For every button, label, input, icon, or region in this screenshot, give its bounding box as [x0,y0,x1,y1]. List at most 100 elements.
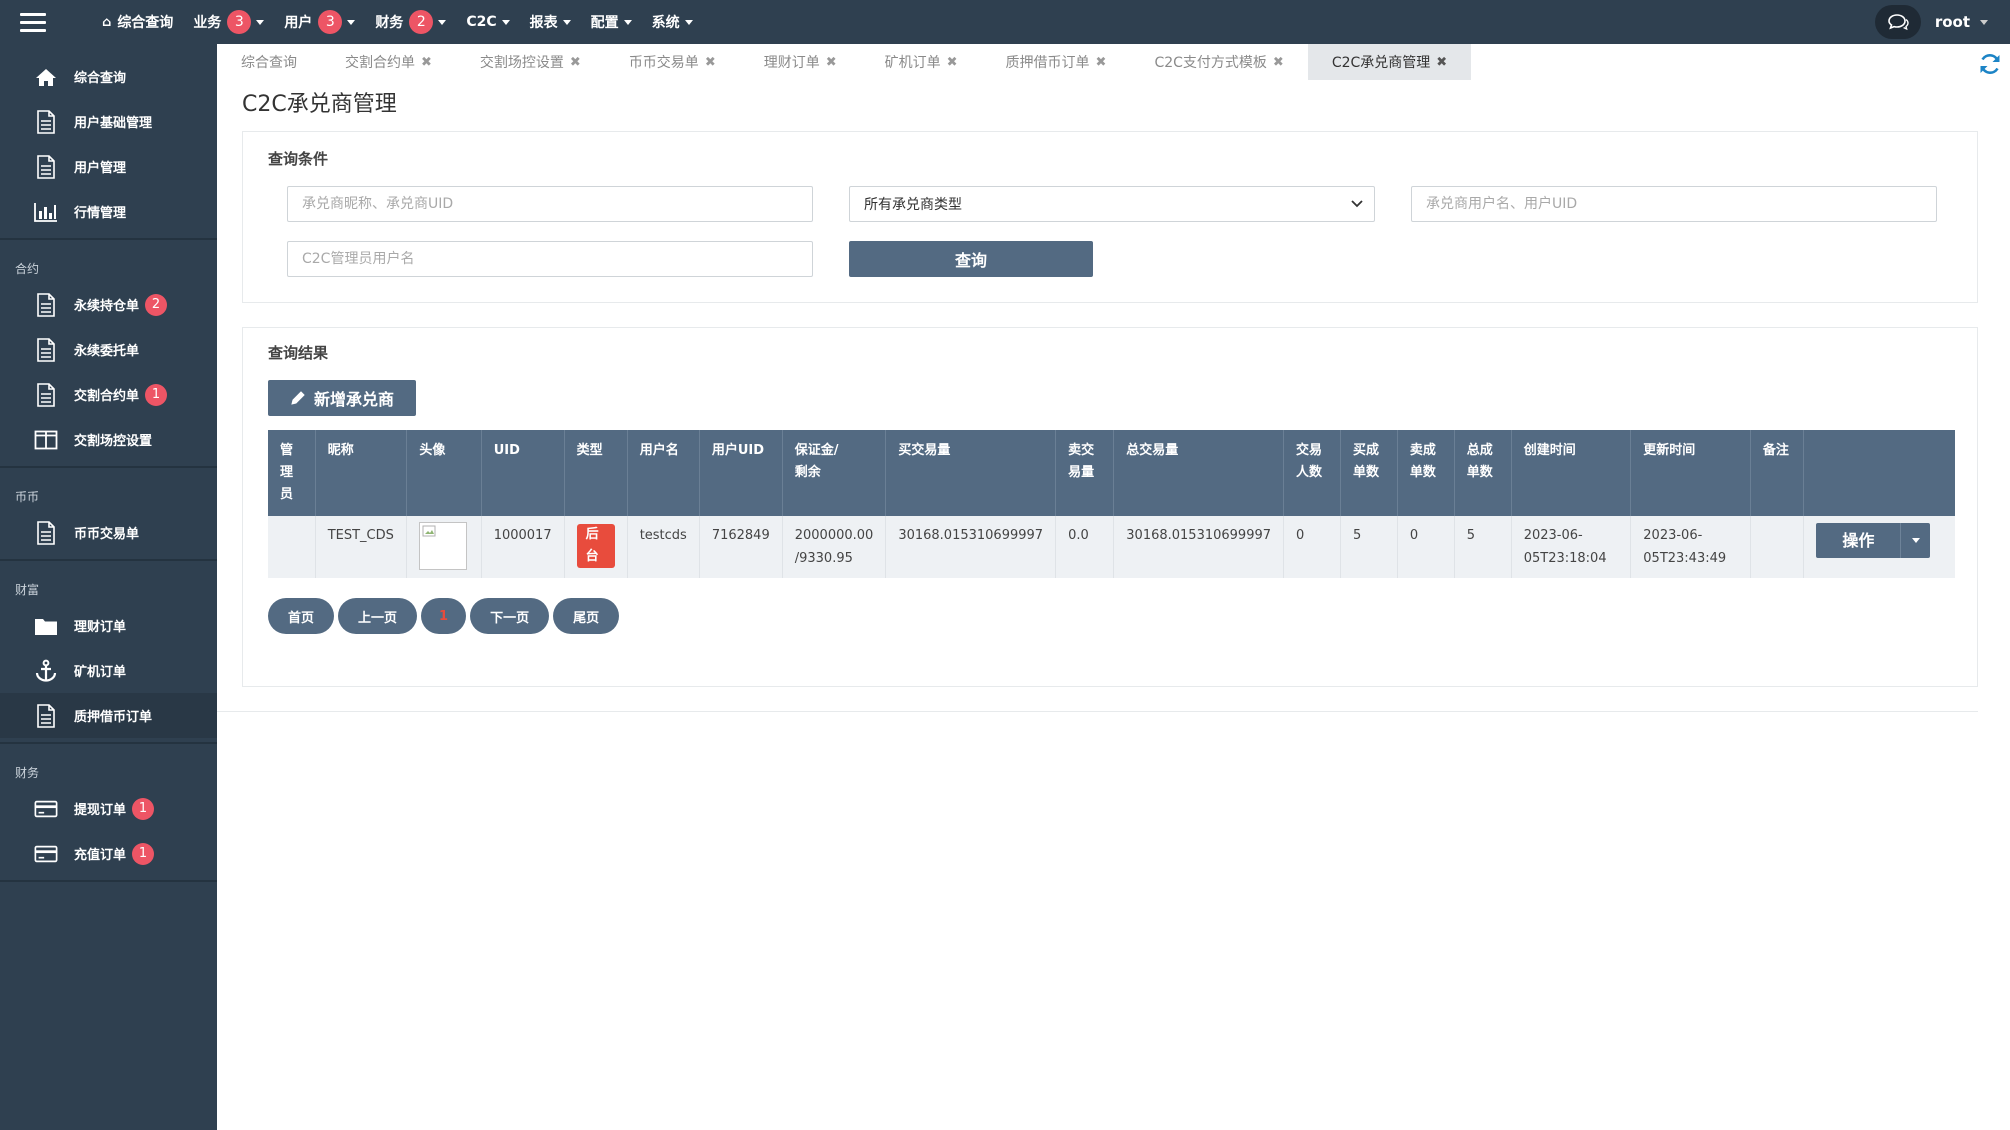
credit-card-icon [34,842,58,866]
column-header: 创建时间 [1511,430,1632,516]
sidebar-group-spot: 币币 币币交易单 [0,468,217,561]
notification-badge: 2 [145,293,168,316]
results-panel-title: 查询结果 [268,344,329,362]
sidebar-item-overview[interactable]: 综合查询 [0,54,217,99]
merchant-search-input[interactable] [287,186,813,222]
main-content: 综合查询 交割合约单 ✖ 交割场控设置 ✖ 币币交易单 ✖ 理财订单 ✖ 矿机订单 ✖ 质… [217,44,2010,1130]
page-next-button[interactable]: 下一页 [470,598,550,634]
cell-uid: 1000017 [481,516,565,578]
sidebar-item-withdraw-orders[interactable]: 提现订单 1 [0,786,217,831]
refresh-icon[interactable] [1978,52,2002,76]
caret-down-icon [684,19,693,25]
admin-search-input[interactable] [287,241,813,277]
topnav-users[interactable]: 用户 3 [274,0,365,44]
sidebar-item-deposit-orders[interactable]: 充值订单 1 [0,831,217,876]
column-header: 卖成单数 [1397,430,1455,516]
topnav-finance[interactable]: 财务 2 [365,0,456,44]
cell-nickname: TEST_CDS [315,516,408,578]
sidebar-item-market[interactable]: 行情管理 [0,189,217,234]
username-search-input[interactable] [1411,186,1937,222]
tab-c2c-payment-templates[interactable]: C2C支付方式模板 ✖ [1130,44,1307,80]
caret-down-icon [501,19,510,25]
chat-icon [1888,14,1909,31]
topnav-c2c[interactable]: C2C [456,0,519,44]
cell-total-orders: 5 [1454,516,1512,578]
column-header: 用户名 [627,430,700,516]
sidebar-item-miner-orders[interactable]: 矿机订单 [0,648,217,693]
column-header: 保证金/剩余 [782,430,887,516]
page-prev-button[interactable]: 上一页 [338,598,418,634]
add-merchant-button[interactable]: 新增承兑商 [268,380,417,416]
close-icon[interactable]: ✖ [826,55,837,70]
page-title: C2C承兑商管理 [242,92,397,117]
sidebar-group-main: 综合查询 用户基础管理 用户管理 行情管理 [0,44,217,240]
topnav-business[interactable]: 业务 3 [183,0,274,44]
close-icon[interactable]: ✖ [421,55,432,70]
query-button[interactable]: 查询 [849,241,1093,277]
column-header: 交易人数 [1283,430,1341,516]
caret-down-icon [347,19,356,25]
operation-dropdown-toggle[interactable] [1900,523,1931,558]
page-tabs: 综合查询 交割合约单 ✖ 交割场控设置 ✖ 币币交易单 ✖ 理财订单 ✖ 矿机订单 ✖ 质… [217,44,1472,80]
column-header: 总成单数 [1454,430,1512,516]
cell-buy-orders: 5 [1340,516,1398,578]
sidebar-item-delivery-contracts[interactable]: 交割合约单 1 [0,372,217,417]
file-icon [34,382,58,407]
sidebar-group-contract: 合约 永续持仓单 2 永续委托单 交割合约单 1 交割场控设置 [0,240,217,468]
sidebar-item-perpetual-orders[interactable]: 永续委托单 [0,327,217,372]
topnav-config[interactable]: 配置 [581,0,642,44]
column-header [1803,430,1955,516]
folder-icon [34,614,58,638]
caret-down-icon [1911,538,1920,543]
sidebar-item-pledge-loan-orders[interactable]: 质押借币订单 [0,693,217,738]
sidebar-item-delivery-control[interactable]: 交割场控设置 [0,417,217,462]
close-icon[interactable]: ✖ [1436,55,1447,70]
table-row: TEST_CDS 1000017 后台 testcds 7162849 2000… [268,516,1955,578]
tab-pledge-loan-orders[interactable]: 质押借币订单 ✖ [982,44,1131,80]
notification-badge: 1 [145,383,168,406]
close-icon[interactable]: ✖ [705,55,716,70]
sidebar-item-wealth-orders[interactable]: 理财订单 [0,603,217,648]
page-first-button[interactable]: 首页 [268,598,335,634]
chat-button[interactable] [1874,5,1921,39]
column-header: 总交易量 [1113,430,1285,516]
tab-miner-orders[interactable]: 矿机订单 ✖ [861,44,982,80]
cell-actions: 操作 [1803,516,1955,578]
merchant-type-select[interactable]: 所有承兑商类型 [849,186,1375,222]
cell-sell-orders: 0 [1397,516,1455,578]
close-icon[interactable]: ✖ [947,55,958,70]
topnav-reports[interactable]: 报表 [520,0,581,44]
column-header: UID [481,430,565,516]
tab-overview[interactable]: 综合查询 [217,44,321,80]
tab-delivery-contracts[interactable]: 交割合约单 ✖ [321,44,456,80]
type-badge: 后台 [576,524,615,568]
sidebar-item-perpetual-positions[interactable]: 永续持仓单 2 [0,282,217,327]
cell-remark [1750,516,1805,578]
sidebar-item-spot-orders[interactable]: 币币交易单 [0,510,217,555]
tab-c2c-merchant-manage[interactable]: C2C承兑商管理 ✖ [1307,44,1472,80]
notification-badge: 1 [132,797,155,820]
user-menu[interactable]: root [1935,13,1988,31]
tab-delivery-control[interactable]: 交割场控设置 ✖ [456,44,605,80]
tab-spot-orders[interactable]: 币币交易单 ✖ [605,44,740,80]
menu-toggle-button[interactable] [0,0,66,44]
cell-created-time: 2023-06- 05T23:18:04 [1511,516,1632,578]
topnav-home[interactable]: ⌂ 综合查询 [92,0,183,44]
notification-badge: 3 [318,10,343,34]
caret-down-icon [256,19,265,25]
operation-button[interactable]: 操作 [1816,523,1901,558]
sidebar-item-user-basic[interactable]: 用户基础管理 [0,99,217,144]
credit-card-icon [34,797,58,821]
file-icon [34,337,58,362]
page-current[interactable]: 1 [421,598,467,634]
sidebar-item-user-manage[interactable]: 用户管理 [0,144,217,189]
cell-buy-volume: 30168.015310699997 [885,516,1057,578]
page-last-button[interactable]: 尾页 [553,598,620,634]
close-icon[interactable]: ✖ [570,55,581,70]
close-icon[interactable]: ✖ [1096,55,1107,70]
notification-badge: 2 [409,10,434,34]
tab-wealth-orders[interactable]: 理财订单 ✖ [740,44,861,80]
topnav-system[interactable]: 系统 [642,0,703,44]
caret-down-icon [623,19,632,25]
close-icon[interactable]: ✖ [1273,55,1284,70]
